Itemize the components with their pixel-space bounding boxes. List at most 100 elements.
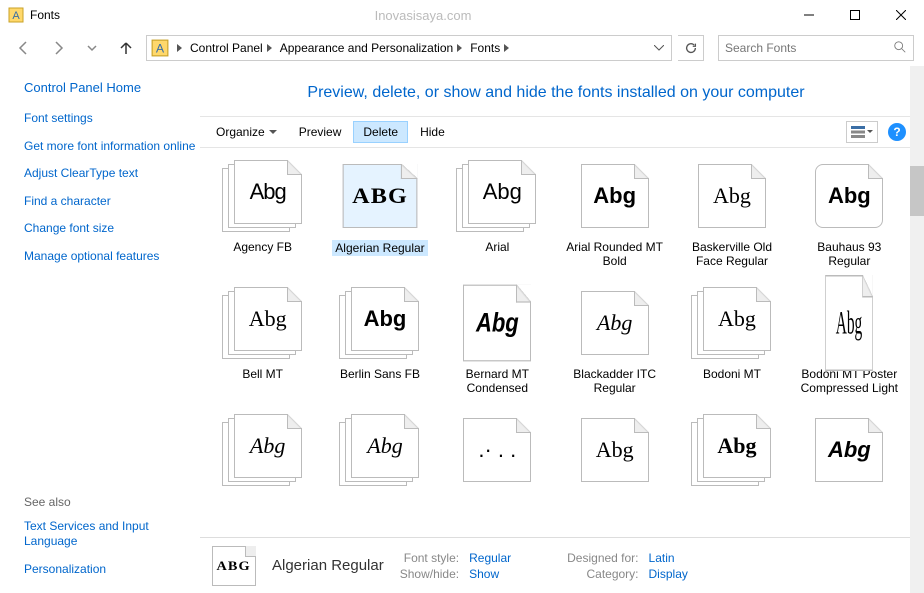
- font-sample: Abg: [351, 414, 419, 478]
- details-value: Regular: [469, 551, 511, 565]
- font-label: Berlin Sans FB: [340, 367, 420, 381]
- details-thumbnail: ABG: [212, 546, 256, 586]
- up-button[interactable]: [112, 34, 140, 62]
- font-item[interactable]: AbgBaskerville Old Face Regular: [675, 160, 788, 279]
- scrollbar-thumb[interactable]: [910, 166, 924, 216]
- font-grid: AbgAgency FBABGAlgerian RegularAbgArialA…: [200, 148, 912, 508]
- chevron-down-icon: [867, 130, 873, 134]
- details-label: Category:: [567, 567, 638, 581]
- font-sample: Abg: [581, 291, 649, 355]
- font-item[interactable]: Abg: [323, 414, 436, 504]
- control-panel-home-link[interactable]: Control Panel Home: [24, 80, 200, 95]
- details-font-name: Algerian Regular: [272, 557, 384, 574]
- titlebar: A Fonts Inovasisaya.com: [0, 0, 924, 30]
- page-heading: Preview, delete, or show and hide the fo…: [200, 84, 912, 102]
- sidebar-link[interactable]: Get more font information online: [24, 139, 200, 155]
- breadcrumb-item[interactable]: Appearance and Personalization: [276, 41, 466, 55]
- sidebar-link[interactable]: Manage optional features: [24, 249, 200, 265]
- watermark: Inovasisaya.com: [60, 8, 786, 23]
- help-button[interactable]: ?: [888, 123, 906, 141]
- font-item[interactable]: AbgArial Rounded MT Bold: [558, 160, 671, 279]
- font-label: Baskerville Old Face Regular: [682, 240, 782, 269]
- font-label: Bauhaus 93 Regular: [799, 240, 899, 269]
- breadcrumb-item[interactable]: Fonts: [466, 41, 513, 55]
- font-sample: Abg: [463, 285, 531, 362]
- svg-text:A: A: [156, 42, 165, 56]
- organize-button[interactable]: Organize: [206, 121, 287, 143]
- vertical-scrollbar[interactable]: [910, 66, 924, 593]
- details-label: Show/hide:: [400, 567, 459, 581]
- font-sample: ABG: [343, 164, 418, 228]
- font-label: Arial: [485, 240, 509, 254]
- font-sample: Abg: [815, 418, 883, 482]
- font-sample: Abg: [351, 287, 419, 351]
- font-item[interactable]: Abg: [206, 414, 319, 504]
- font-sample: Abg: [703, 414, 771, 478]
- breadcrumb-chevron[interactable]: [173, 44, 186, 52]
- sidebar-link[interactable]: Find a character: [24, 194, 200, 210]
- fonts-app-icon: A: [8, 7, 24, 23]
- minimize-button[interactable]: [786, 0, 832, 30]
- delete-button[interactable]: Delete: [353, 121, 408, 143]
- content-area: Preview, delete, or show and hide the fo…: [200, 66, 924, 593]
- window-title: Fonts: [30, 8, 60, 22]
- font-sample: Abg: [826, 275, 874, 371]
- font-sample: Abg: [234, 287, 302, 351]
- details-value: Latin: [649, 551, 688, 565]
- breadcrumb-item[interactable]: Control Panel: [186, 41, 276, 55]
- font-sample: Abg: [234, 160, 302, 224]
- details-value: Show: [469, 567, 511, 581]
- font-item[interactable]: Abg Agency FB: [206, 160, 319, 279]
- font-item[interactable]: Abg Blackadder ITC Regular: [558, 287, 671, 406]
- font-label: Bodoni MT Poster Compressed Light: [799, 367, 899, 396]
- details-label: Font style:: [400, 551, 459, 565]
- font-item[interactable]: AbgBodoni MT Poster Compressed Light: [793, 287, 906, 406]
- search-input[interactable]: Search Fonts: [718, 35, 914, 61]
- address-bar[interactable]: A Control Panel Appearance and Personali…: [146, 35, 672, 61]
- font-item[interactable]: Abg Berlin Sans FB: [323, 287, 436, 406]
- refresh-button[interactable]: [678, 35, 704, 61]
- sidebar-link[interactable]: Font settings: [24, 111, 200, 127]
- font-label: Bodoni MT: [703, 367, 761, 381]
- font-item[interactable]: ABGAlgerian Regular: [323, 160, 436, 279]
- font-sample: Abg: [468, 160, 536, 224]
- maximize-button[interactable]: [832, 0, 878, 30]
- font-item[interactable]: Abg: [793, 414, 906, 504]
- font-item[interactable]: Abg Bell MT: [206, 287, 319, 406]
- details-pane: ABG Algerian Regular Font style: Regular…: [200, 537, 912, 593]
- font-item[interactable]: Abg Bodoni MT: [675, 287, 788, 406]
- search-icon: [893, 40, 907, 57]
- sidebar-link[interactable]: Change font size: [24, 221, 200, 237]
- font-sample: Abg: [581, 418, 649, 482]
- font-sample: Abg: [703, 287, 771, 351]
- sidebar: Control Panel Home Font settings Get mor…: [0, 66, 200, 593]
- font-label: Blackadder ITC Regular: [565, 367, 665, 396]
- recent-dropdown-button[interactable]: [78, 34, 106, 62]
- view-options-button[interactable]: [846, 121, 878, 143]
- see-also-link[interactable]: Personalization: [24, 562, 200, 578]
- view-icon: [851, 126, 865, 138]
- back-button[interactable]: [10, 34, 38, 62]
- see-also-label: See also: [24, 495, 200, 509]
- details-label: Designed for:: [567, 551, 638, 565]
- sidebar-link[interactable]: Adjust ClearType text: [24, 166, 200, 182]
- font-item[interactable]: AbgBauhaus 93 Regular: [793, 160, 906, 279]
- see-also-link[interactable]: Text Services and Input Language: [24, 519, 200, 550]
- preview-button[interactable]: Preview: [289, 121, 352, 143]
- fonts-folder-icon: A: [151, 39, 169, 57]
- address-dropdown-icon[interactable]: [651, 45, 667, 51]
- font-item[interactable]: Abg: [558, 414, 671, 504]
- font-item[interactable]: .· . .: [441, 414, 554, 504]
- hide-button[interactable]: Hide: [410, 121, 455, 143]
- font-sample: Abg: [234, 414, 302, 478]
- search-placeholder: Search Fonts: [725, 41, 796, 55]
- forward-button[interactable]: [44, 34, 72, 62]
- font-item[interactable]: Abg Arial: [441, 160, 554, 279]
- font-item[interactable]: AbgBernard MT Condensed: [441, 287, 554, 406]
- svg-text:A: A: [12, 10, 20, 22]
- font-label: Agency FB: [233, 240, 292, 254]
- toolbar: Organize Preview Delete Hide ?: [200, 116, 912, 148]
- close-button[interactable]: [878, 0, 924, 30]
- font-item[interactable]: Abg: [675, 414, 788, 504]
- font-label: Bell MT: [242, 367, 283, 381]
